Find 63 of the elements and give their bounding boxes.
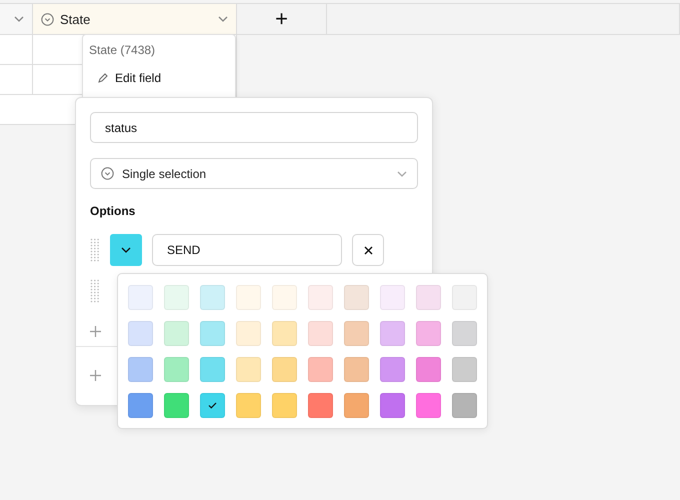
- single-select-icon: [101, 167, 114, 180]
- color-option[interactable]: [272, 357, 297, 382]
- color-option[interactable]: [308, 285, 333, 310]
- color-option[interactable]: [164, 393, 189, 418]
- field-name-input[interactable]: status: [90, 112, 418, 144]
- color-option[interactable]: [236, 393, 261, 418]
- color-option[interactable]: [416, 357, 441, 382]
- color-option[interactable]: [272, 393, 297, 418]
- color-option[interactable]: [200, 321, 225, 346]
- color-option[interactable]: [344, 285, 369, 310]
- chevron-down-icon: [121, 247, 131, 254]
- color-option[interactable]: [236, 321, 261, 346]
- menu-title: State (7438): [89, 43, 156, 57]
- color-option[interactable]: [416, 393, 441, 418]
- check-icon: [208, 402, 217, 409]
- color-option[interactable]: [308, 321, 333, 346]
- option-input[interactable]: SEND: [152, 234, 342, 266]
- color-option[interactable]: [380, 393, 405, 418]
- color-option[interactable]: [344, 393, 369, 418]
- column-title: State: [60, 12, 92, 26]
- color-option[interactable]: [416, 321, 441, 346]
- plus-icon[interactable]: [90, 370, 101, 382]
- color-option[interactable]: [416, 285, 441, 310]
- color-option[interactable]: [128, 285, 153, 310]
- menu-item[interactable]: Edit field: [89, 71, 229, 85]
- close-icon: [364, 246, 372, 255]
- options-heading: Options: [90, 204, 136, 218]
- color-option[interactable]: [452, 357, 477, 382]
- chevron-down-icon: [14, 16, 24, 22]
- color-option[interactable]: [452, 393, 477, 418]
- color-option[interactable]: [164, 321, 189, 346]
- color-option[interactable]: [164, 285, 189, 310]
- color-option[interactable]: [308, 393, 333, 418]
- drag-handle-icon[interactable]: [90, 279, 100, 304]
- plus-icon[interactable]: [90, 326, 101, 337]
- color-option[interactable]: [272, 285, 297, 310]
- color-swatch-button[interactable]: [110, 234, 142, 266]
- color-option[interactable]: [236, 357, 261, 382]
- color-option[interactable]: [236, 285, 261, 310]
- color-option[interactable]: [272, 321, 297, 346]
- color-option[interactable]: [380, 285, 405, 310]
- field-type-select[interactable]: Single selection: [90, 158, 418, 190]
- color-option[interactable]: [344, 321, 369, 346]
- chevron-down-icon: [397, 170, 407, 177]
- pencil-icon: [97, 72, 109, 84]
- drag-handle-icon[interactable]: [90, 238, 100, 262]
- column-header[interactable]: State: [33, 4, 237, 34]
- color-option[interactable]: [200, 357, 225, 382]
- color-option[interactable]: [128, 321, 153, 346]
- color-option[interactable]: [200, 285, 225, 310]
- color-option[interactable]: [344, 357, 369, 382]
- chevron-down-icon: [218, 16, 228, 22]
- color-option[interactable]: [128, 393, 153, 418]
- single-select-icon: [41, 12, 54, 26]
- color-option[interactable]: [164, 357, 189, 382]
- color-option[interactable]: [128, 357, 153, 382]
- color-option[interactable]: [380, 321, 405, 346]
- color-option[interactable]: [380, 357, 405, 382]
- color-option[interactable]: [308, 357, 333, 382]
- color-option[interactable]: [452, 321, 477, 346]
- color-option[interactable]: [200, 393, 225, 418]
- color-option[interactable]: [452, 285, 477, 310]
- remove-option-button[interactable]: [352, 234, 384, 266]
